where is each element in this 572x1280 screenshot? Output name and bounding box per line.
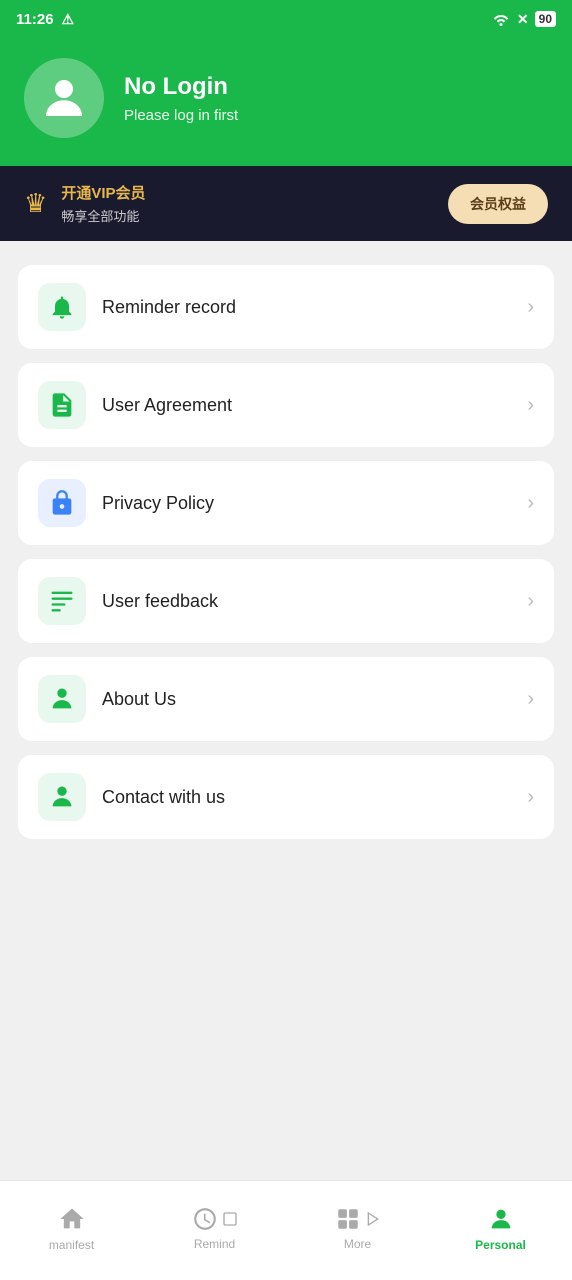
more-play-icon: [365, 1211, 381, 1227]
vip-subtitle: 畅享全部功能: [61, 206, 145, 225]
status-right: ✕ 90: [491, 11, 556, 28]
bell-icon: [48, 293, 76, 321]
avatar: [24, 58, 104, 138]
menu-item-feedback[interactable]: User feedback ›: [18, 559, 554, 643]
feedback-chevron: ›: [527, 590, 534, 613]
menu-item-privacy[interactable]: Privacy Policy ›: [18, 461, 554, 545]
agreement-label: User Agreement: [102, 395, 232, 416]
status-bar: 11:26 ⚠ ✕ 90: [0, 0, 572, 38]
more-grid-icon: [335, 1206, 361, 1232]
vip-banner[interactable]: ♛ 开通VIP会员 畅享全部功能 会员权益: [0, 166, 572, 241]
privacy-label: Privacy Policy: [102, 493, 214, 514]
wifi-icon: [491, 12, 511, 26]
privacy-chevron: ›: [527, 492, 534, 515]
personal-icon: [487, 1205, 515, 1233]
reminder-chevron: ›: [527, 296, 534, 319]
vip-text-block: 开通VIP会员 畅享全部功能: [61, 182, 145, 225]
menu-item-reminder[interactable]: Reminder record ›: [18, 265, 554, 349]
remind-clock-icon: [192, 1206, 218, 1232]
about-icon-bg: [38, 675, 86, 723]
agreement-chevron: ›: [527, 394, 534, 417]
lock-icon: [48, 489, 76, 517]
profile-subtitle: Please log in first: [124, 107, 238, 124]
battery-indicator: 90: [535, 11, 556, 27]
nav-item-personal[interactable]: Personal: [429, 1193, 572, 1252]
reminder-icon-bg: [38, 283, 86, 331]
battery-level: 90: [539, 12, 552, 26]
feedback-label: User feedback: [102, 591, 218, 612]
contact-person-icon: [48, 783, 76, 811]
profile-header[interactable]: No Login Please log in first: [0, 38, 572, 166]
menu-item-about[interactable]: About Us ›: [18, 657, 554, 741]
status-left: 11:26 ⚠: [16, 11, 74, 28]
profile-name: No Login: [124, 73, 238, 101]
manifest-icon: [58, 1205, 86, 1233]
vip-left: ♛ 开通VIP会员 畅享全部功能: [24, 182, 146, 225]
feedback-list-icon: [48, 587, 76, 615]
menu-item-agreement[interactable]: User Agreement ›: [18, 363, 554, 447]
agreement-icon-bg: [38, 381, 86, 429]
nav-item-remind[interactable]: Remind: [143, 1194, 286, 1251]
remind-label: Remind: [194, 1237, 235, 1251]
about-person-icon: [48, 685, 76, 713]
vip-title: 开通VIP会员: [61, 182, 145, 203]
personal-label: Personal: [475, 1238, 526, 1252]
contact-label: Contact with us: [102, 787, 225, 808]
feedback-icon-bg: [38, 577, 86, 625]
bottom-nav: manifest Remind More: [0, 1180, 572, 1280]
about-label: About Us: [102, 689, 176, 710]
remind-square-icon: [222, 1211, 238, 1227]
privacy-icon-bg: [38, 479, 86, 527]
document-icon: [48, 391, 76, 419]
status-time: 11:26: [16, 11, 54, 28]
contact-chevron: ›: [527, 786, 534, 809]
x-icon: ✕: [517, 11, 529, 28]
reminder-label: Reminder record: [102, 297, 236, 318]
nav-item-manifest[interactable]: manifest: [0, 1193, 143, 1252]
avatar-icon: [37, 71, 91, 125]
warning-icon: ⚠: [62, 11, 75, 28]
profile-info: No Login Please log in first: [124, 73, 238, 124]
more-label: More: [344, 1237, 371, 1251]
menu-content: Reminder record › User Agreement › P: [0, 241, 572, 1180]
menu-item-contact[interactable]: Contact with us ›: [18, 755, 554, 839]
vip-benefits-button[interactable]: 会员权益: [448, 184, 548, 224]
manifest-label: manifest: [49, 1238, 94, 1252]
about-chevron: ›: [527, 688, 534, 711]
nav-item-more[interactable]: More: [286, 1194, 429, 1251]
contact-icon-bg: [38, 773, 86, 821]
crown-icon: ♛: [24, 188, 47, 219]
